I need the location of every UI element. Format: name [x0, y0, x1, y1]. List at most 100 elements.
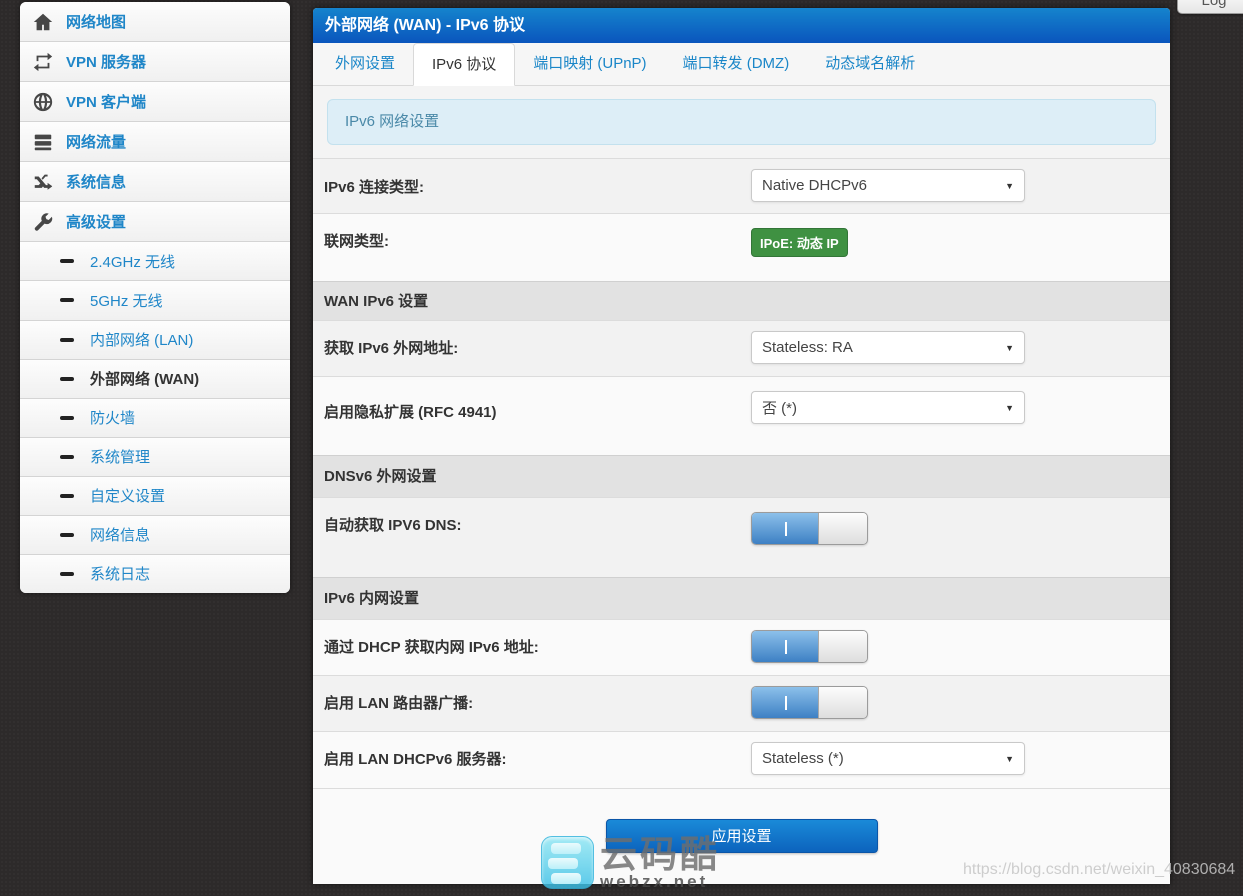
sidebar-item-firewall[interactable]: 防火墙 — [20, 399, 290, 438]
sidebar-item-system-admin[interactable]: 系统管理 — [20, 438, 290, 477]
sidebar-item-lan[interactable]: 内部网络 (LAN) — [20, 321, 290, 360]
sidebar-item-vpn-server[interactable]: VPN 服务器 — [20, 42, 290, 82]
tab-upnp[interactable]: 端口映射 (UPnP) — [515, 43, 664, 86]
form-footer: 应用设置 — [313, 788, 1170, 884]
row-wan-address: 获取 IPv6 外网地址: Stateless: RA ▼ — [313, 320, 1170, 376]
wrench-icon — [32, 211, 54, 233]
sidebar-item-label: 系统信息 — [66, 171, 126, 192]
globe-icon — [32, 91, 54, 113]
row-wan-type: 联网类型: IPoE: 动态 IP — [313, 213, 1170, 281]
sidebar-item-label: 系统管理 — [90, 446, 150, 467]
info-banner: IPv6 网络设置 — [327, 99, 1156, 145]
toggle-knob — [818, 687, 867, 718]
sidebar-item-system-info[interactable]: 系统信息 — [20, 162, 290, 202]
lan-dhcpv6-select[interactable]: Stateless (*) ▼ — [751, 742, 1025, 775]
sidebar-item-label: 网络地图 — [66, 11, 126, 32]
toggle-on-half — [752, 631, 820, 662]
dash-icon — [60, 455, 74, 459]
repeat-icon — [32, 51, 54, 73]
sidebar-item-label: 网络流量 — [66, 131, 126, 152]
main-panel: 外部网络 (WAN) - IPv6 协议 外网设置 IPv6 协议 端口映射 (… — [313, 8, 1170, 884]
sidebar-item-label: 网络信息 — [90, 524, 150, 545]
shuffle-icon — [32, 171, 54, 193]
tab-bar: 外网设置 IPv6 协议 端口映射 (UPnP) 端口转发 (DMZ) 动态域名… — [313, 43, 1170, 86]
sidebar-item-network-info[interactable]: 网络信息 — [20, 516, 290, 555]
sidebar-item-label: VPN 客户端 — [66, 91, 146, 112]
dash-icon — [60, 298, 74, 302]
router-adv-toggle[interactable] — [751, 686, 868, 719]
row-auto-dns: 自动获取 IPV6 DNS: — [313, 497, 1170, 577]
field-label: 联网类型: — [324, 230, 389, 251]
section-wan-ipv6: WAN IPv6 设置 — [313, 281, 1170, 320]
home-icon — [32, 11, 54, 33]
sidebar-item-5ghz[interactable]: 5GHz 无线 — [20, 281, 290, 320]
privacy-extensions-select[interactable]: 否 (*) ▼ — [751, 391, 1025, 424]
sidebar-item-label: 内部网络 (LAN) — [90, 329, 193, 350]
field-label: 启用 LAN 路由器广播: — [324, 692, 473, 713]
row-privacy-extensions: 启用隐私扩展 (RFC 4941) 否 (*) ▼ — [313, 376, 1170, 455]
chevron-down-icon: ▼ — [1005, 343, 1014, 353]
toggle-knob — [818, 513, 867, 544]
sidebar-item-system-log[interactable]: 系统日志 — [20, 555, 290, 593]
section-ipv6-lan: IPv6 内网设置 — [313, 577, 1170, 619]
row-router-adv: 启用 LAN 路由器广播: — [313, 675, 1170, 731]
field-label: 获取 IPv6 外网地址: — [324, 337, 458, 358]
dash-icon — [60, 259, 74, 263]
toggle-on-half — [752, 687, 820, 718]
log-button[interactable]: Log — [1177, 0, 1243, 14]
toggle-i-mark — [785, 696, 787, 710]
sidebar-item-custom-settings[interactable]: 自定义设置 — [20, 477, 290, 516]
tab-ddns[interactable]: 动态域名解析 — [807, 43, 933, 86]
select-value: Stateless: RA — [762, 339, 853, 356]
sidebar-item-advanced[interactable]: 高级设置 — [20, 202, 290, 242]
row-lan-dhcpv6: 启用 LAN DHCPv6 服务器: Stateless (*) ▼ — [313, 731, 1170, 788]
sidebar: 网络地图 VPN 服务器 VPN 客户端 网络流量 系统信息 高级设置 2.4G… — [20, 2, 290, 593]
sidebar-item-network-map[interactable]: 网络地图 — [20, 2, 290, 42]
select-value: Native DHCPv6 — [762, 177, 867, 194]
wan-type-badge: IPoE: 动态 IP — [751, 228, 848, 257]
tab-dmz[interactable]: 端口转发 (DMZ) — [665, 43, 808, 86]
sidebar-item-label: 系统日志 — [90, 563, 150, 584]
sidebar-item-label: 5GHz 无线 — [90, 290, 163, 311]
toggle-on-half — [752, 513, 820, 544]
toggle-knob — [818, 631, 867, 662]
toggle-i-mark — [785, 522, 787, 536]
select-value: 否 (*) — [762, 397, 797, 418]
field-label: 通过 DHCP 获取内网 IPv6 地址: — [324, 636, 539, 657]
field-label: 启用 LAN DHCPv6 服务器: — [324, 748, 507, 769]
sidebar-item-vpn-client[interactable]: VPN 客户端 — [20, 82, 290, 122]
sidebar-item-label: 2.4GHz 无线 — [90, 251, 175, 272]
dash-icon — [60, 533, 74, 537]
sidebar-item-2-4ghz[interactable]: 2.4GHz 无线 — [20, 242, 290, 281]
apply-settings-button[interactable]: 应用设置 — [606, 819, 878, 853]
sidebar-item-wan[interactable]: 外部网络 (WAN) — [20, 360, 290, 399]
field-label: 自动获取 IPV6 DNS: — [324, 514, 462, 535]
sidebar-item-traffic[interactable]: 网络流量 — [20, 122, 290, 162]
traffic-icon — [32, 131, 54, 153]
toggle-i-mark — [785, 640, 787, 654]
wan-address-select[interactable]: Stateless: RA ▼ — [751, 331, 1025, 364]
section-dnsv6: DNSv6 外网设置 — [313, 455, 1170, 497]
dhcp-lan-toggle[interactable] — [751, 630, 868, 663]
sidebar-item-label: 防火墙 — [90, 407, 135, 428]
dash-icon — [60, 494, 74, 498]
field-label: 启用隐私扩展 (RFC 4941) — [324, 401, 497, 422]
chevron-down-icon: ▼ — [1005, 181, 1014, 191]
row-connection-type: IPv6 连接类型: Native DHCPv6 ▼ — [313, 158, 1170, 213]
dash-icon — [60, 377, 74, 381]
page-title: 外部网络 (WAN) - IPv6 协议 — [313, 8, 1170, 43]
tab-wan-settings[interactable]: 外网设置 — [317, 43, 413, 86]
sidebar-item-label: 高级设置 — [66, 211, 126, 232]
auto-dns-toggle[interactable] — [751, 512, 868, 545]
tab-ipv6[interactable]: IPv6 协议 — [413, 43, 515, 86]
chevron-down-icon: ▼ — [1005, 754, 1014, 764]
connection-type-select[interactable]: Native DHCPv6 ▼ — [751, 169, 1025, 202]
dash-icon — [60, 572, 74, 576]
chevron-down-icon: ▼ — [1005, 403, 1014, 413]
sidebar-item-label: 外部网络 (WAN) — [90, 368, 199, 389]
row-dhcp-lan: 通过 DHCP 获取内网 IPv6 地址: — [313, 619, 1170, 675]
sidebar-item-label: VPN 服务器 — [66, 51, 146, 72]
dash-icon — [60, 338, 74, 342]
dash-icon — [60, 416, 74, 420]
select-value: Stateless (*) — [762, 750, 844, 767]
